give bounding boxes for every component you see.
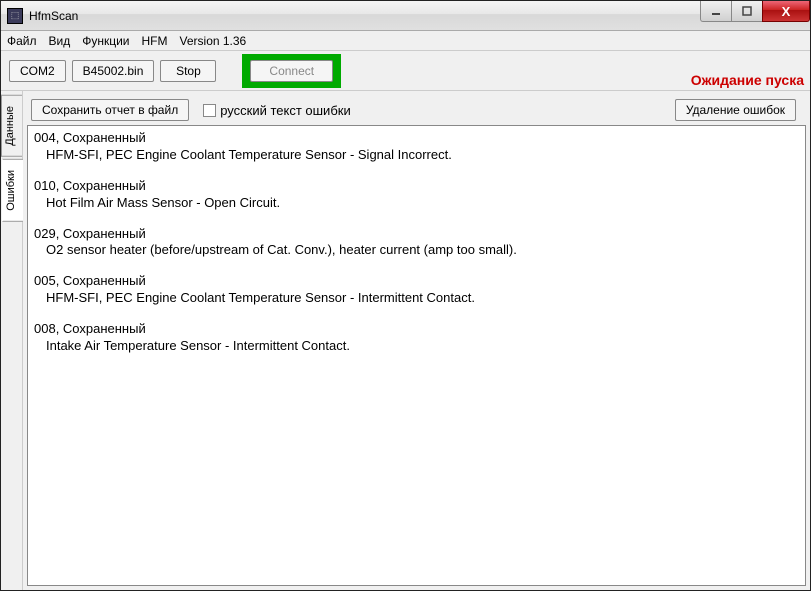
menu-file[interactable]: Файл — [7, 34, 37, 48]
content-area: Данные Ошибки Сохранить отчет в файл рус… — [1, 91, 810, 590]
side-tabs: Данные Ошибки — [1, 91, 23, 590]
error-code: 029, Сохраненный — [34, 226, 799, 243]
russian-errors-label: русский текст ошибки — [220, 103, 351, 118]
errors-panel: Сохранить отчет в файл русский текст оши… — [23, 91, 810, 590]
error-code: 005, Сохраненный — [34, 273, 799, 290]
titlebar[interactable]: ⬚ HfmScan X — [1, 1, 810, 31]
menu-view[interactable]: Вид — [49, 34, 71, 48]
status-text: Ожидание пуска — [691, 72, 804, 88]
error-code: 004, Сохраненный — [34, 130, 799, 147]
menubar: Файл Вид Функции HFM Version 1.36 — [1, 31, 810, 51]
bin-file-button[interactable]: B45002.bin — [72, 60, 155, 82]
panel-toolbar: Сохранить отчет в файл русский текст оши… — [27, 95, 806, 125]
errors-list[interactable]: 004, СохраненныйHFM-SFI, PEC Engine Cool… — [27, 125, 806, 586]
menu-version: Version 1.36 — [180, 34, 247, 48]
error-description: HFM-SFI, PEC Engine Coolant Temperature … — [34, 147, 799, 164]
error-description: Intake Air Temperature Sensor - Intermit… — [34, 338, 799, 355]
connect-button[interactable]: Connect — [250, 60, 333, 82]
toolbar: COM2 B45002.bin Stop Connect Ожидание пу… — [1, 51, 810, 91]
window-title: HfmScan — [29, 9, 78, 23]
error-code: 008, Сохраненный — [34, 321, 799, 338]
tab-data[interactable]: Данные — [1, 95, 22, 157]
error-entry: 029, СохраненныйO2 sensor heater (before… — [34, 226, 799, 260]
stop-button[interactable]: Stop — [160, 60, 216, 82]
delete-errors-button[interactable]: Удаление ошибок — [675, 99, 796, 121]
error-entry: 004, СохраненныйHFM-SFI, PEC Engine Cool… — [34, 130, 799, 164]
error-description: Hot Film Air Mass Sensor - Open Circuit. — [34, 195, 799, 212]
error-entry: 005, СохраненныйHFM-SFI, PEC Engine Cool… — [34, 273, 799, 307]
minimize-button[interactable] — [700, 1, 732, 22]
close-button[interactable]: X — [762, 1, 810, 22]
window-controls: X — [701, 1, 810, 23]
error-code: 010, Сохраненный — [34, 178, 799, 195]
error-description: O2 sensor heater (before/upstream of Cat… — [34, 242, 799, 259]
save-report-button[interactable]: Сохранить отчет в файл — [31, 99, 189, 121]
menu-hfm[interactable]: HFM — [142, 34, 168, 48]
russian-errors-checkbox[interactable]: русский текст ошибки — [203, 103, 351, 118]
app-icon: ⬚ — [7, 8, 23, 24]
checkbox-icon — [203, 104, 216, 117]
error-entry: 010, СохраненныйHot Film Air Mass Sensor… — [34, 178, 799, 212]
com-port-button[interactable]: COM2 — [9, 60, 66, 82]
app-window: ⬚ HfmScan X Файл Вид Функции HFM Version… — [0, 0, 811, 591]
connect-highlight: Connect — [242, 54, 341, 88]
error-description: HFM-SFI, PEC Engine Coolant Temperature … — [34, 290, 799, 307]
tab-errors[interactable]: Ошибки — [2, 159, 23, 222]
menu-functions[interactable]: Функции — [82, 34, 129, 48]
maximize-button[interactable] — [731, 1, 763, 22]
error-entry: 008, СохраненныйIntake Air Temperature S… — [34, 321, 799, 355]
